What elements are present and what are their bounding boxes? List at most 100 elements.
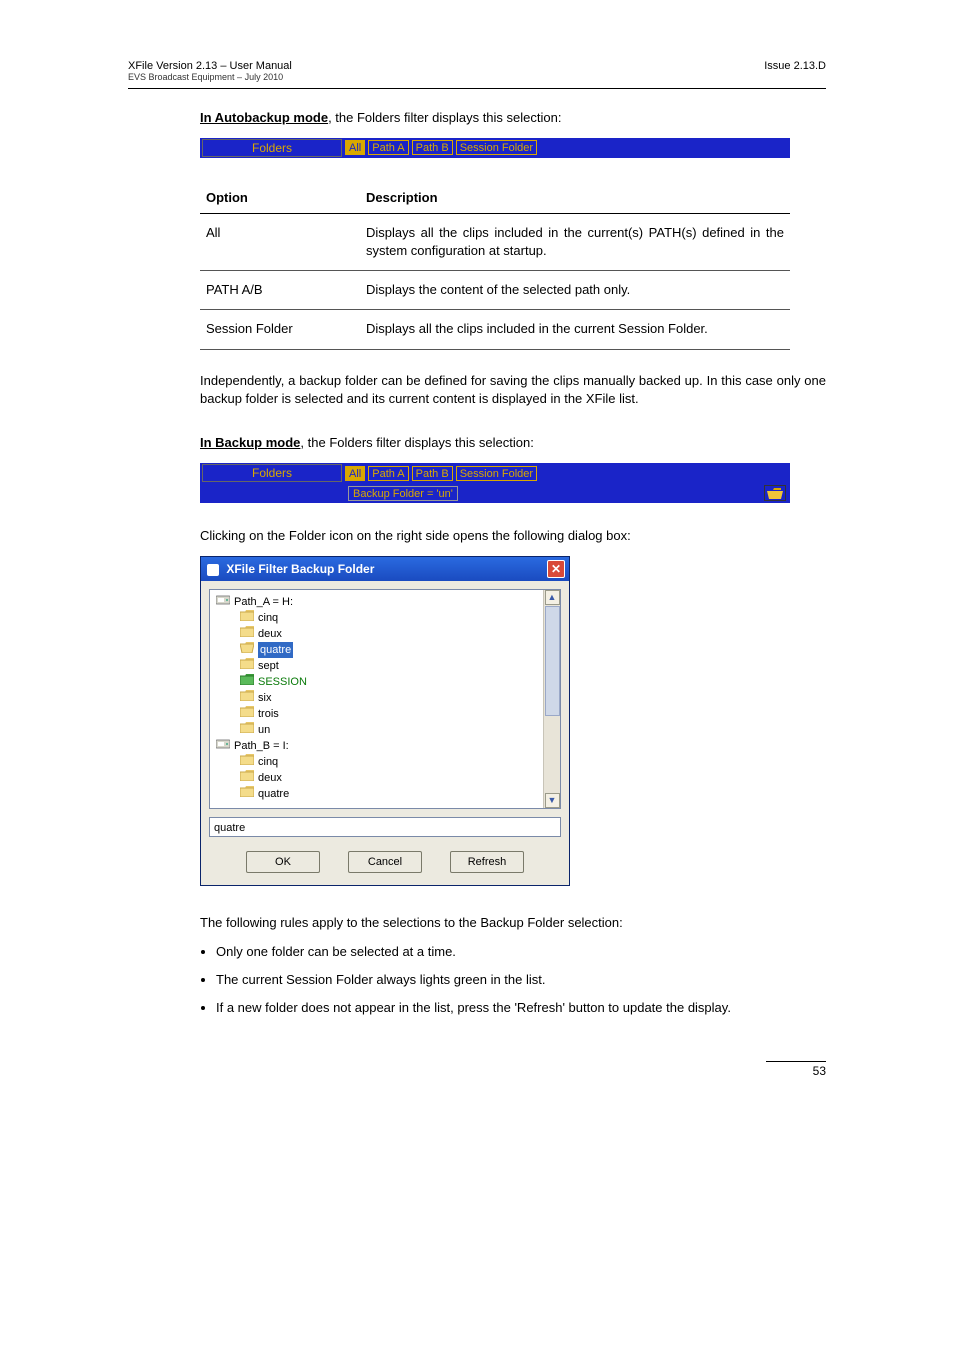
folders-label: Folders <box>202 464 342 482</box>
ok-button[interactable]: OK <box>246 851 320 873</box>
tree-item-label: cinq <box>258 754 278 770</box>
backup-folder-explain: Independently, a backup folder can be de… <box>200 372 826 410</box>
folder-icon <box>240 770 254 786</box>
folder-icon <box>240 690 254 706</box>
backup-mode-intro: In Backup mode, the Folders filter displ… <box>200 434 826 453</box>
tree-item-label: trois <box>258 706 279 722</box>
folder-icon <box>240 786 254 802</box>
backup-folder-line: Backup Folder = 'un' <box>200 483 790 503</box>
table-row: All Displays all the clips included in t… <box>200 213 790 270</box>
tree-folder-item[interactable]: quatre <box>212 786 541 802</box>
folder-tree-wrap: Path_A = H:cinqdeuxquatreseptSESSIONsixt… <box>209 589 561 809</box>
tree-folder-item[interactable]: cinq <box>212 610 541 626</box>
backup-mode-rest: , the Folders filter displays this selec… <box>300 435 533 450</box>
folder-icon <box>240 674 254 690</box>
close-icon[interactable]: ✕ <box>547 560 565 578</box>
desc-path-ab: Displays the content of the selected pat… <box>360 271 790 310</box>
page-header: XFile Version 2.13 – User Manual EVS Bro… <box>0 60 954 86</box>
dialog-title: XFile Filter Backup Folder <box>207 562 374 576</box>
folder-icon <box>240 610 254 626</box>
tree-item-label: deux <box>258 770 282 786</box>
autobackup-rest: , the Folders filter displays this selec… <box>328 110 561 125</box>
tree-scrollbar[interactable]: ▲ ▼ <box>543 590 560 808</box>
tree-folder-item[interactable]: quatre <box>212 642 541 658</box>
tree-folder-item[interactable]: SESSION <box>212 674 541 690</box>
tree-item-label: cinq <box>258 610 278 626</box>
backup-mode-label: In Backup mode <box>200 435 300 450</box>
dialog-title-text: XFile Filter Backup Folder <box>226 562 374 576</box>
folder-icon <box>240 754 254 770</box>
tree-item-label: Path_A = H: <box>234 594 293 610</box>
folder-icon <box>240 722 254 738</box>
header-rule <box>128 88 826 89</box>
desc-all: Displays all the clips included in the c… <box>360 213 790 270</box>
filter-chip-path-b[interactable]: Path B <box>412 140 453 155</box>
folder-tree[interactable]: Path_A = H:cinqdeuxquatreseptSESSIONsixt… <box>210 590 543 808</box>
scroll-track[interactable] <box>545 606 560 792</box>
filter-chip-all[interactable]: All <box>345 140 365 155</box>
table-row: PATH A/B Displays the content of the sel… <box>200 271 790 310</box>
tree-item-label: un <box>258 722 270 738</box>
filter-chip-all[interactable]: All <box>345 466 365 481</box>
tree-item-label: quatre <box>258 642 293 658</box>
filter-chip-session-folder[interactable]: Session Folder <box>456 466 537 481</box>
cancel-button[interactable]: Cancel <box>348 851 422 873</box>
folders-filter-bar-autobackup: Folders All Path A Path B Session Folder <box>200 138 790 158</box>
rules-intro: The following rules apply to the selecti… <box>200 914 826 933</box>
tree-folder-item[interactable]: deux <box>212 770 541 786</box>
col-description: Description <box>360 182 790 214</box>
folders-filter-bar-backup: Folders All Path A Path B Session Folder <box>200 463 790 483</box>
options-table: Option Description All Displays all the … <box>200 182 790 350</box>
issue-label: Issue 2.13.D <box>764 60 826 72</box>
drive-icon <box>216 738 230 754</box>
scroll-down-icon[interactable]: ▼ <box>545 793 560 808</box>
tree-drive-item[interactable]: Path_B = I: <box>212 738 541 754</box>
drive-icon <box>216 594 230 610</box>
tree-folder-item[interactable]: cinq <box>212 754 541 770</box>
scroll-up-icon[interactable]: ▲ <box>545 590 560 605</box>
tree-item-label: SESSION <box>258 674 307 690</box>
folder-icon <box>240 642 254 658</box>
tree-folder-item[interactable]: deux <box>212 626 541 642</box>
tree-item-label: sept <box>258 658 279 674</box>
scroll-thumb[interactable] <box>545 606 560 716</box>
tree-folder-item[interactable]: trois <box>212 706 541 722</box>
page-content: In Autobackup mode, the Folders filter d… <box>200 109 826 1017</box>
desc-session-folder: Displays all the clips included in the c… <box>360 310 790 349</box>
refresh-button[interactable]: Refresh <box>450 851 524 873</box>
tree-item-label: deux <box>258 626 282 642</box>
selected-folder-input[interactable]: quatre <box>209 817 561 837</box>
page-number: 53 <box>766 1061 826 1078</box>
filter-chip-path-a[interactable]: Path A <box>368 140 408 155</box>
rule-item: If a new folder does not appear in the l… <box>216 999 826 1017</box>
header-left: XFile Version 2.13 – User Manual EVS Bro… <box>128 60 292 82</box>
folder-icon <box>240 626 254 642</box>
col-option: Option <box>200 182 360 214</box>
header-right: Issue 2.13.D <box>764 60 826 82</box>
autobackup-intro: In Autobackup mode, the Folders filter d… <box>200 109 826 128</box>
tree-folder-item[interactable]: sept <box>212 658 541 674</box>
tree-item-label: Path_B = I: <box>234 738 289 754</box>
filter-chip-path-a[interactable]: Path A <box>368 466 408 481</box>
company-date: EVS Broadcast Equipment – July 2010 <box>128 72 292 82</box>
opt-path-ab: PATH A/B <box>200 271 360 310</box>
tree-item-label: six <box>258 690 271 706</box>
rule-item: The current Session Folder always lights… <box>216 971 826 989</box>
opt-all: All <box>200 213 360 270</box>
rule-item: Only one folder can be selected at a tim… <box>216 943 826 961</box>
folders-label: Folders <box>202 139 342 157</box>
tree-drive-item[interactable]: Path_A = H: <box>212 594 541 610</box>
filter-chip-path-b[interactable]: Path B <box>412 466 453 481</box>
table-row: Session Folder Displays all the clips in… <box>200 310 790 349</box>
opt-session-folder: Session Folder <box>200 310 360 349</box>
tree-folder-item[interactable]: un <box>212 722 541 738</box>
backup-folder-value: Backup Folder = 'un' <box>348 486 458 501</box>
tree-item-label: quatre <box>258 786 289 802</box>
app-icon <box>207 564 219 576</box>
open-folder-icon[interactable] <box>764 485 786 501</box>
tree-folder-item[interactable]: six <box>212 690 541 706</box>
filter-chip-session-folder[interactable]: Session Folder <box>456 140 537 155</box>
product-title: XFile Version 2.13 – User Manual <box>128 60 292 72</box>
rules-list: Only one folder can be selected at a tim… <box>216 943 826 1018</box>
folder-icon <box>240 706 254 722</box>
